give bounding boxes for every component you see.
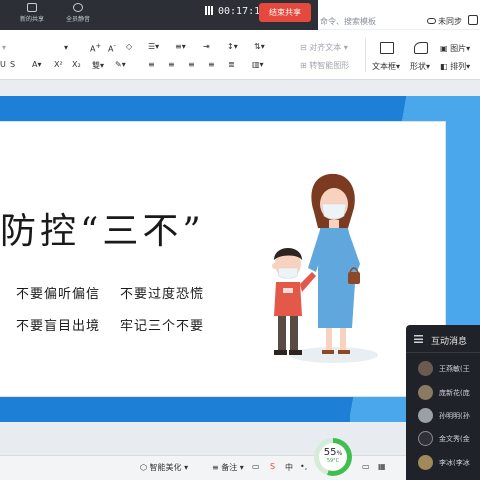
tray-icon-2[interactable]: ▦ xyxy=(378,462,386,471)
new-share-button[interactable]: 新的共享 xyxy=(12,2,52,23)
strikethrough-icon[interactable]: S xyxy=(10,60,15,69)
bullet-4[interactable]: 牢记三个不要 xyxy=(120,315,204,334)
sync-status[interactable]: 未同步 xyxy=(427,16,462,27)
chat-user-item[interactable]: 孙明明(孙 xyxy=(418,406,480,424)
avatar xyxy=(418,361,433,376)
ime-lang-icon[interactable]: 中 xyxy=(285,462,293,473)
align-center-icon[interactable]: ≡ xyxy=(168,60,175,69)
chat-user-item[interactable]: 金文秀(金 xyxy=(418,429,480,447)
cpu-gauge: 55% 59°C xyxy=(314,438,352,476)
textbox-icon[interactable] xyxy=(380,42,394,54)
font-name-dropdown[interactable]: ▾ xyxy=(2,43,6,52)
monitor-icon xyxy=(27,3,37,12)
screen-share-bar: 新的共享 全员静音 00:17:10 结束共享 xyxy=(0,0,318,30)
interactive-messages-panel: 互动消息 王燕敏(王 庞新花(庞 孙明明(孙 金文秀(金 李冰(李冰 xyxy=(406,325,480,480)
chat-title: 互动消息 xyxy=(431,337,468,347)
font-size-decrease-icon[interactable]: A- xyxy=(108,42,116,54)
avatar xyxy=(418,385,433,400)
align-right-icon[interactable]: ≡ xyxy=(188,60,195,69)
ribbon-toolbar xyxy=(0,30,480,80)
menu-icon[interactable] xyxy=(414,335,423,343)
font-size-increase-icon[interactable]: A+ xyxy=(90,42,101,54)
command-search[interactable]: 命令、搜索模板 xyxy=(320,16,376,27)
people-icon xyxy=(73,3,83,12)
smart-beautify-button[interactable]: ⬡ 智能美化 ▾ xyxy=(140,462,188,473)
ime-logo-icon[interactable]: S xyxy=(270,462,275,471)
avatar xyxy=(418,408,433,423)
font-size-dropdown[interactable]: ▾ xyxy=(64,43,68,52)
avatar xyxy=(418,431,433,446)
signal-icon xyxy=(205,6,213,15)
arrange-button[interactable]: ◧ 排列▾ xyxy=(440,61,470,72)
subscript-icon[interactable]: X₂ xyxy=(72,60,81,69)
indent-icon[interactable]: ⇥ xyxy=(203,42,210,51)
avatar xyxy=(418,455,433,470)
comment-icon[interactable]: ▭ xyxy=(252,462,260,471)
cpu-percent: 55% xyxy=(323,447,343,458)
picture-button[interactable]: ▣ 图片▾ xyxy=(440,43,470,54)
textbox-button[interactable]: 文本框▾ xyxy=(372,61,400,72)
screen: 新的共享 全员静音 00:17:10 结束共享 命令、搜索模板 未同步 ▾ ▾ … xyxy=(0,0,480,480)
numbering-icon[interactable]: ≡▾ xyxy=(175,42,186,51)
columns-icon[interactable]: ▥▾ xyxy=(252,60,264,69)
bullet-2[interactable]: 不要过度恐慌 xyxy=(120,283,204,302)
superscript-icon[interactable]: X² xyxy=(54,60,63,69)
mute-all-button[interactable]: 全员静音 xyxy=(58,2,98,23)
end-share-button[interactable]: 结束共享 xyxy=(259,3,311,22)
notes-button[interactable]: ≡ 备注 ▾ xyxy=(212,462,244,473)
line-spacing-icon[interactable]: ↕▾ xyxy=(227,42,238,51)
distribute-icon[interactable]: ≣ xyxy=(228,60,235,69)
beautify-icon: ⬡ xyxy=(140,463,150,472)
chat-user-item[interactable]: 王燕敏(王 xyxy=(418,359,480,377)
bullet-1[interactable]: 不要偏听偏信 xyxy=(16,283,100,302)
align-left-icon[interactable]: ≡ xyxy=(148,60,155,69)
cpu-gauge-center: 55% 59°C xyxy=(319,443,347,471)
share-timer: 00:17:10 xyxy=(205,6,266,17)
arrange-icon: ◧ xyxy=(440,62,451,71)
shape-button[interactable]: 形状▾ xyxy=(410,61,430,72)
underline-icon[interactable]: U xyxy=(0,60,6,69)
phonetic-icon[interactable]: 雙▾ xyxy=(92,60,104,71)
highlight-icon[interactable]: ✎▾ xyxy=(115,60,126,69)
chat-header: 互动消息 xyxy=(406,325,480,353)
chat-user-item[interactable]: 庞新花(庞 xyxy=(418,383,480,401)
clear-format-icon[interactable]: ◇ xyxy=(126,42,132,51)
ime-punct-icon[interactable]: •, xyxy=(300,462,307,471)
bullets-icon[interactable]: ☰▾ xyxy=(148,42,159,51)
share-icon[interactable] xyxy=(468,15,478,25)
picture-icon: ▣ xyxy=(440,44,451,53)
font-color-icon[interactable]: A▾ xyxy=(32,60,42,69)
shape-icon[interactable] xyxy=(414,42,428,54)
text-direction-icon[interactable]: ⇅▾ xyxy=(254,42,265,51)
divider xyxy=(365,38,366,72)
slide-title[interactable]: 防控“三不” xyxy=(0,202,205,254)
bullet-3[interactable]: 不要盲目出境 xyxy=(16,315,100,334)
cpu-temperature: 59°C xyxy=(326,458,340,464)
cloud-icon xyxy=(427,18,436,24)
justify-icon[interactable]: ≡ xyxy=(208,60,215,69)
mother-child-illustration xyxy=(272,173,378,363)
convert-smartart-button[interactable]: ⊞ 转智能图形 xyxy=(300,60,349,71)
align-text-button[interactable]: ⊟ 对齐文本 ▾ xyxy=(300,42,348,53)
notes-icon: ≡ xyxy=(212,463,222,472)
tray-icon-1[interactable]: ▭ xyxy=(362,462,370,471)
chat-user-item[interactable]: 李冰(李冰 xyxy=(418,453,480,471)
